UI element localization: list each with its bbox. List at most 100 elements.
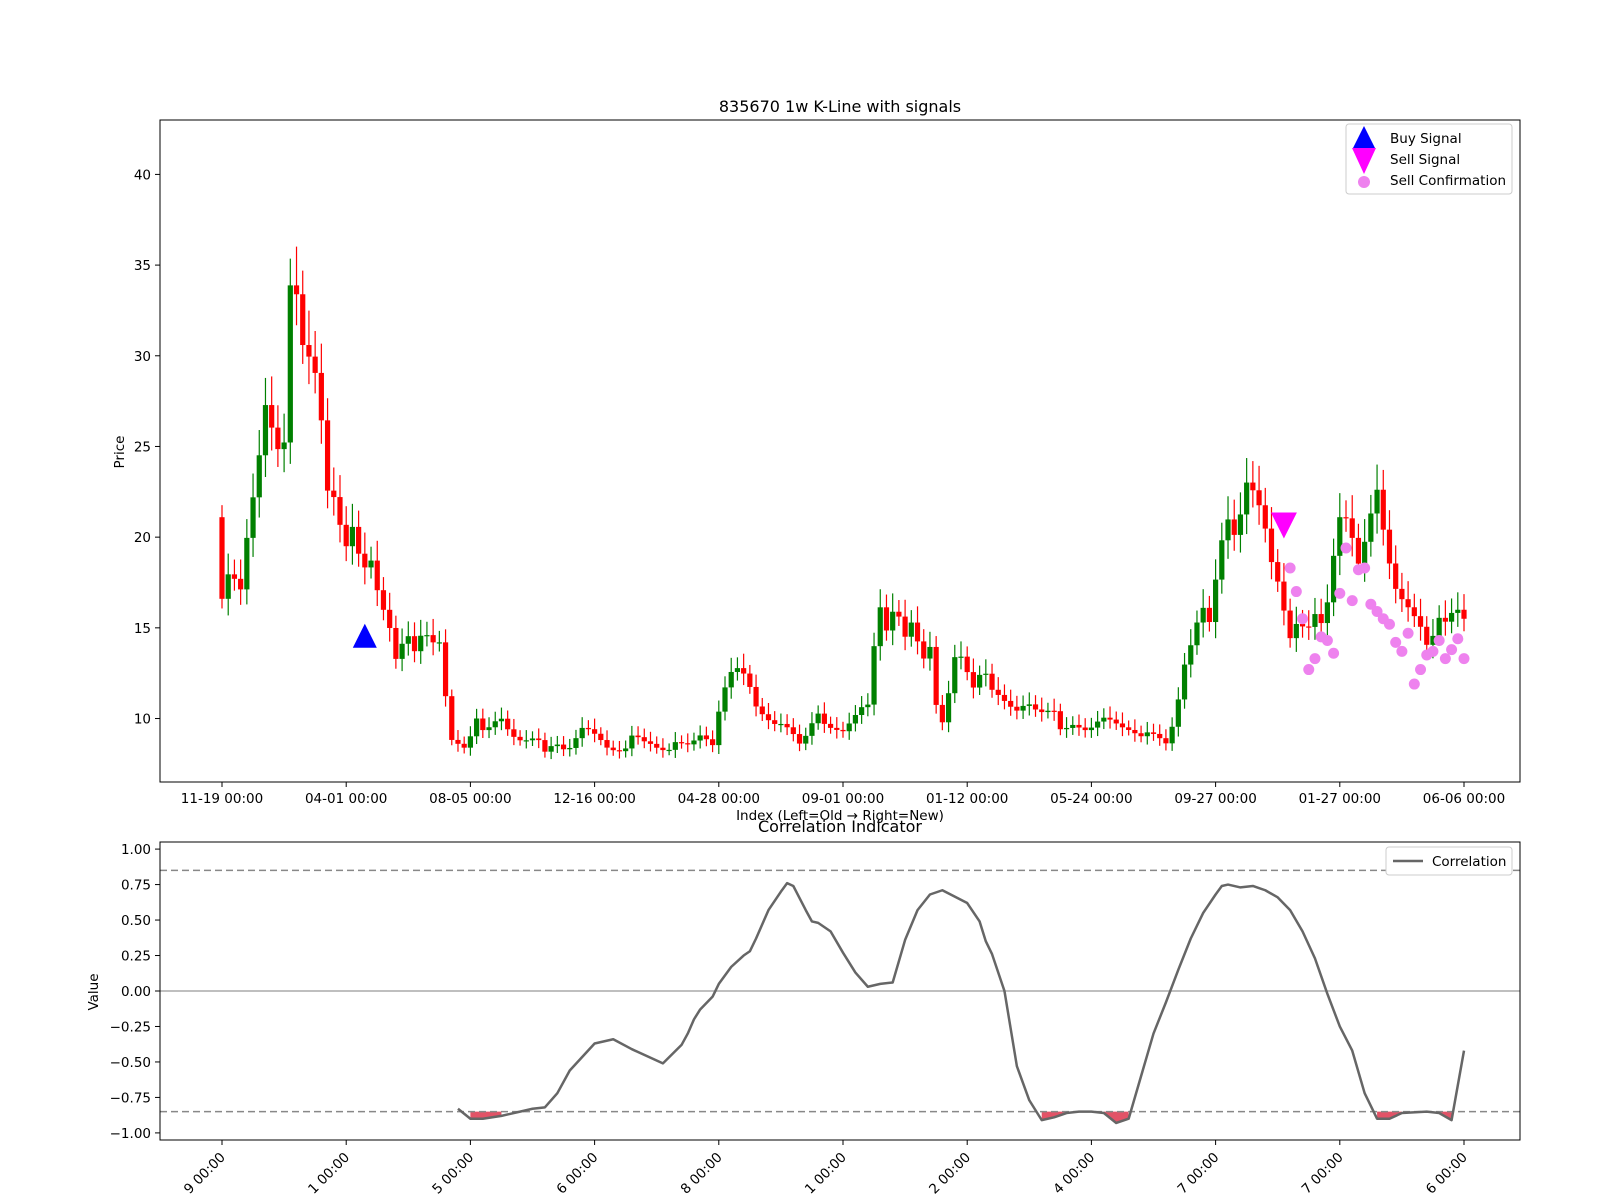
- candle-body: [734, 668, 741, 672]
- candle-body: [840, 729, 846, 732]
- candle-body: [859, 707, 865, 716]
- candle-body: [548, 746, 554, 752]
- candle-body: [511, 729, 517, 737]
- candle-body: [1281, 581, 1287, 611]
- kline-ylabel: Price: [112, 436, 128, 469]
- candle-body: [964, 656, 970, 673]
- candle-body: [1181, 664, 1188, 700]
- candle-body: [728, 671, 734, 688]
- candle-body: [455, 739, 461, 744]
- candle-body: [1442, 617, 1448, 622]
- candle-body: [436, 642, 442, 644]
- candle-body: [1349, 518, 1355, 538]
- candle-body: [399, 643, 405, 659]
- candle-body: [685, 743, 691, 745]
- candle-body: [368, 560, 374, 568]
- candle-body: [1362, 541, 1368, 564]
- legend-correlation-label: Correlation: [1432, 854, 1506, 870]
- candle-body: [1063, 727, 1070, 730]
- candle-body: [616, 750, 623, 752]
- correlation-xtick-label: 7 00:00: [1174, 1150, 1222, 1198]
- candle-body: [1026, 704, 1032, 706]
- candle-body: [958, 656, 964, 658]
- candle-body: [262, 405, 269, 456]
- candle-body: [554, 744, 560, 747]
- candle-body: [1101, 717, 1107, 722]
- candle-body: [1355, 537, 1362, 564]
- chart-figure: 835670 1w K-Line with signals 10 15 20 25 30…: [86, 97, 1521, 1198]
- candle-body: [1275, 562, 1281, 582]
- legend-buy-label: Buy Signal: [1390, 131, 1462, 147]
- correlation-xtick-label: 1 00:00: [305, 1150, 353, 1198]
- candle-body: [1020, 705, 1026, 711]
- candle-body: [1448, 612, 1455, 622]
- candle-body: [970, 672, 977, 688]
- candle-body: [1417, 616, 1424, 627]
- kline-legend: Buy Signal Sell Signal Sell Confirmation: [1345, 123, 1513, 195]
- candle-body: [405, 636, 411, 644]
- candle-body: [995, 689, 1001, 695]
- candle-body: [430, 635, 436, 643]
- candle-body: [716, 711, 722, 746]
- candle-body: [480, 718, 486, 731]
- candle-body: [1213, 579, 1219, 623]
- kline-ytick-label: 15: [134, 621, 151, 637]
- candle-body: [517, 736, 523, 741]
- correlation-ytick-label: −0.25: [110, 1019, 151, 1035]
- candle-body: [977, 674, 983, 688]
- candle-body: [821, 713, 827, 724]
- candle-body: [1032, 704, 1039, 710]
- candle-body: [331, 490, 337, 498]
- candle-body: [1119, 723, 1126, 728]
- candle-body: [1057, 711, 1063, 730]
- correlation-ytick-label: 0.75: [121, 878, 151, 894]
- candle-body: [945, 693, 952, 723]
- candle-body: [1126, 727, 1132, 730]
- correlation-xtick-label: 6 00:00: [553, 1150, 601, 1198]
- candle-body: [1150, 732, 1157, 734]
- sell-confirmation-point: [1452, 633, 1464, 645]
- sell-confirmation-point: [1446, 644, 1458, 656]
- candle-body: [753, 686, 759, 707]
- candle-body: [1039, 709, 1045, 713]
- candle-body: [275, 427, 281, 450]
- candle-body: [747, 673, 753, 687]
- candle-body: [318, 372, 324, 421]
- candle-body: [1380, 489, 1386, 530]
- candle-body: [1374, 489, 1380, 514]
- candle-body: [1424, 626, 1430, 645]
- candle-body: [983, 673, 989, 675]
- candle-body: [1244, 482, 1250, 515]
- candle-body: [796, 734, 803, 744]
- candle-body: [424, 635, 430, 637]
- candle-body: [238, 578, 244, 590]
- candle-body: [269, 405, 275, 428]
- sell-confirmation-point: [1396, 645, 1408, 657]
- candle-body: [1051, 710, 1057, 712]
- kline-panel: 835670 1w K-Line with signals 10 15 20 25 30…: [112, 97, 1521, 824]
- candle-body: [1237, 514, 1244, 535]
- sell-confirmation-point: [1297, 613, 1309, 625]
- candle-body: [505, 718, 511, 730]
- kline-xtick-label: 04-28 00:00: [678, 791, 760, 807]
- candle-body: [1455, 609, 1461, 613]
- candle-body: [610, 747, 616, 751]
- correlation-title: Correlation Indicator: [758, 817, 922, 836]
- candle-body: [846, 723, 852, 732]
- candle-body: [827, 723, 834, 728]
- legend-sell-label: Sell Signal: [1390, 152, 1460, 168]
- candle-body: [467, 736, 473, 748]
- kline-xtick-label: 05-24 00:00: [1050, 791, 1132, 807]
- candle-body: [1082, 727, 1088, 731]
- candle-body: [815, 713, 821, 724]
- candle-body: [567, 747, 573, 750]
- correlation-xtick-label: 7 00:00: [1299, 1150, 1347, 1198]
- correlation-ytick-label: −0.75: [110, 1090, 151, 1106]
- kline-plot-area: 10 15 20 25 30 35 40 11-19 00:00 04-01 00:00 08-0…: [134, 119, 1521, 807]
- candle-body: [461, 743, 467, 748]
- candle-body: [1219, 540, 1225, 580]
- candle-body: [939, 704, 945, 723]
- candle-body: [759, 706, 765, 715]
- candle-body: [498, 718, 505, 722]
- candle-body: [1399, 588, 1405, 600]
